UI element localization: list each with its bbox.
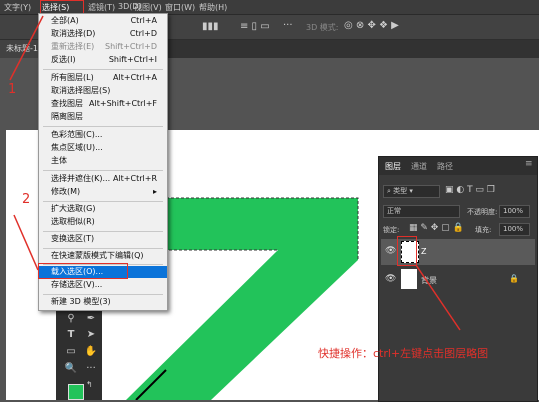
annotation-step-1: 1 [8,82,17,97]
annotation-tip: 快捷操作：ctrl+左键点击图层略图 [318,347,489,360]
annotation-step-2: 2 [22,192,31,207]
annotation-arrows [9,15,461,331]
